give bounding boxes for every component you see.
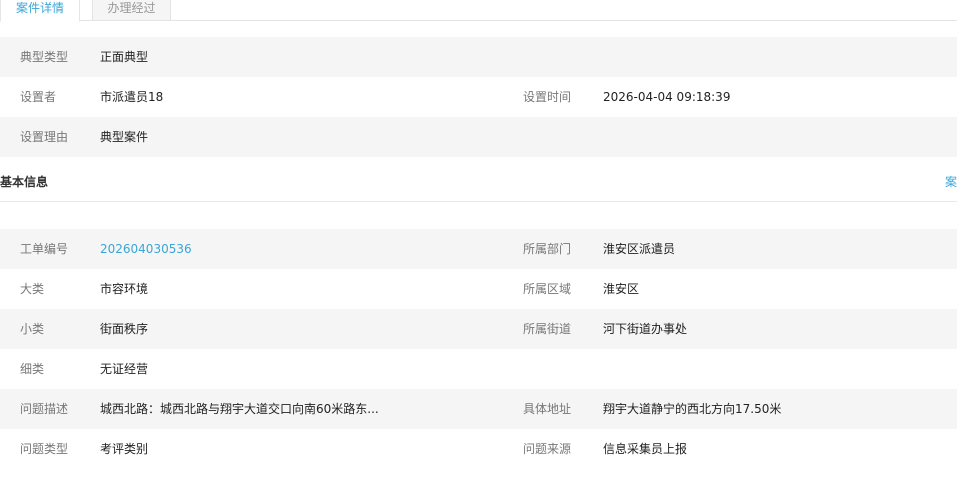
typical-type-value: 正面典型 (100, 50, 149, 64)
set-time-value: 2026-04-04 09:18:39 (603, 90, 731, 104)
problem-type-row: 问题类型 考评类别 问题来源 信息采集员上报 (0, 429, 957, 469)
category-value: 市容环境 (100, 282, 149, 296)
description-value: 城西北路：城西北路与翔宇大道交口向南60米路东... (100, 402, 379, 416)
basic-info-header: 基本信息 案 (0, 164, 957, 202)
address-value: 翔宇大道静宁的西北方向17.50米 (603, 402, 782, 416)
problem-type-value: 考评类别 (100, 442, 149, 456)
detail-type-row: 细类 无证经营 (0, 349, 957, 389)
basic-info-link[interactable]: 案 (945, 164, 957, 200)
detail-type-label: 细类 (20, 362, 45, 376)
region-label: 所属区域 (523, 282, 572, 296)
region-value: 淮安区 (603, 282, 640, 296)
department-value: 淮安区派遣员 (603, 242, 676, 256)
street-label: 所属街道 (523, 322, 572, 336)
description-row: 问题描述 城西北路：城西北路与翔宇大道交口向南60米路东... 具体地址 翔宇大… (0, 389, 957, 429)
source-value: 信息采集员上报 (603, 442, 688, 456)
source-label: 问题来源 (523, 442, 572, 456)
tab-bar: 案件详情 办理经过 (0, 0, 957, 22)
order-no-link[interactable]: 202604030536 (100, 229, 192, 269)
description-label: 问题描述 (20, 402, 69, 416)
tab-handling-process[interactable]: 办理经过 (92, 0, 171, 21)
set-time-label: 设置时间 (523, 90, 572, 104)
category-label: 大类 (20, 282, 45, 296)
setter-value: 市派遣员18 (100, 90, 164, 104)
department-label: 所属部门 (523, 242, 572, 256)
tab-case-details[interactable]: 案件详情 (0, 0, 80, 22)
order-no-label: 工单编号 (20, 242, 69, 256)
order-row: 工单编号 202604030536 所属部门 淮安区派遣员 (0, 229, 957, 269)
street-value: 河下街道办事处 (603, 322, 688, 336)
subcategory-value: 街面秩序 (100, 322, 149, 336)
address-label: 具体地址 (523, 402, 572, 416)
set-reason-row: 设置理由 典型案件 (0, 117, 957, 157)
setter-label: 设置者 (20, 90, 57, 104)
detail-type-value: 无证经营 (100, 362, 149, 376)
setter-row: 设置者 市派遣员18 设置时间 2026-04-04 09:18:39 (0, 77, 957, 117)
basic-info-title: 基本信息 (0, 175, 49, 189)
set-reason-label: 设置理由 (20, 130, 69, 144)
subcategory-row: 小类 街面秩序 所属街道 河下街道办事处 (0, 309, 957, 349)
typical-type-label: 典型类型 (20, 50, 69, 64)
typical-type-row: 典型类型 正面典型 (0, 37, 957, 77)
set-reason-value: 典型案件 (100, 130, 149, 144)
category-row: 大类 市容环境 所属区域 淮安区 (0, 269, 957, 309)
subcategory-label: 小类 (20, 322, 45, 336)
problem-type-label: 问题类型 (20, 442, 69, 456)
